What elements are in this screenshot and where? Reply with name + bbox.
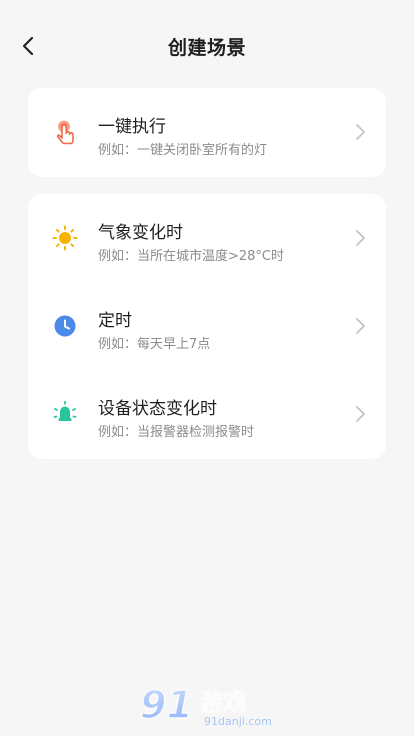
condition-trigger-card: 气象变化时 例如：当所在城市温度>28°C时 定时 例如：每天早上7点 设备状态… [28,194,386,459]
item-description: 例如：当报警器检测报警时 [98,425,255,440]
sun-icon [52,225,78,251]
svg-text:91: 91 [140,683,193,727]
device-alarm-icon [52,401,78,427]
list-item-weather[interactable]: 气象变化时 例如：当所在城市温度>28°C时 [28,194,386,282]
chevron-right-icon [356,124,365,140]
header: 创建场景 [0,0,414,92]
chevron-right-icon [356,406,365,422]
chevron-right-icon [356,230,365,246]
watermark-logo: 91 游戏 91danji.com [139,682,272,728]
item-title: 气象变化时 [98,223,183,243]
svg-text:游戏: 游戏 [200,689,246,716]
list-item-device-state[interactable]: 设备状态变化时 例如：当报警器检测报警时 [28,370,386,458]
page-title: 创建场景 [167,37,246,59]
list-item-one-tap[interactable]: 一键执行 例如：一键关闭卧室所有的灯 [28,88,386,176]
list-item-timer[interactable]: 定时 例如：每天早上7点 [28,282,386,370]
chevron-right-icon [356,318,365,334]
item-description: 例如：一键关闭卧室所有的灯 [98,143,268,158]
item-description: 例如：每天早上7点 [98,337,211,352]
item-title: 定时 [98,311,132,331]
tap-hand-icon [52,119,78,145]
clock-icon [52,313,78,339]
manual-trigger-card: 一键执行 例如：一键关闭卧室所有的灯 [28,88,386,177]
item-description: 例如：当所在城市温度>28°C时 [98,249,285,264]
item-title: 设备状态变化时 [98,399,217,419]
item-title: 一键执行 [98,117,166,137]
svg-text:91danji.com: 91danji.com [204,715,272,728]
